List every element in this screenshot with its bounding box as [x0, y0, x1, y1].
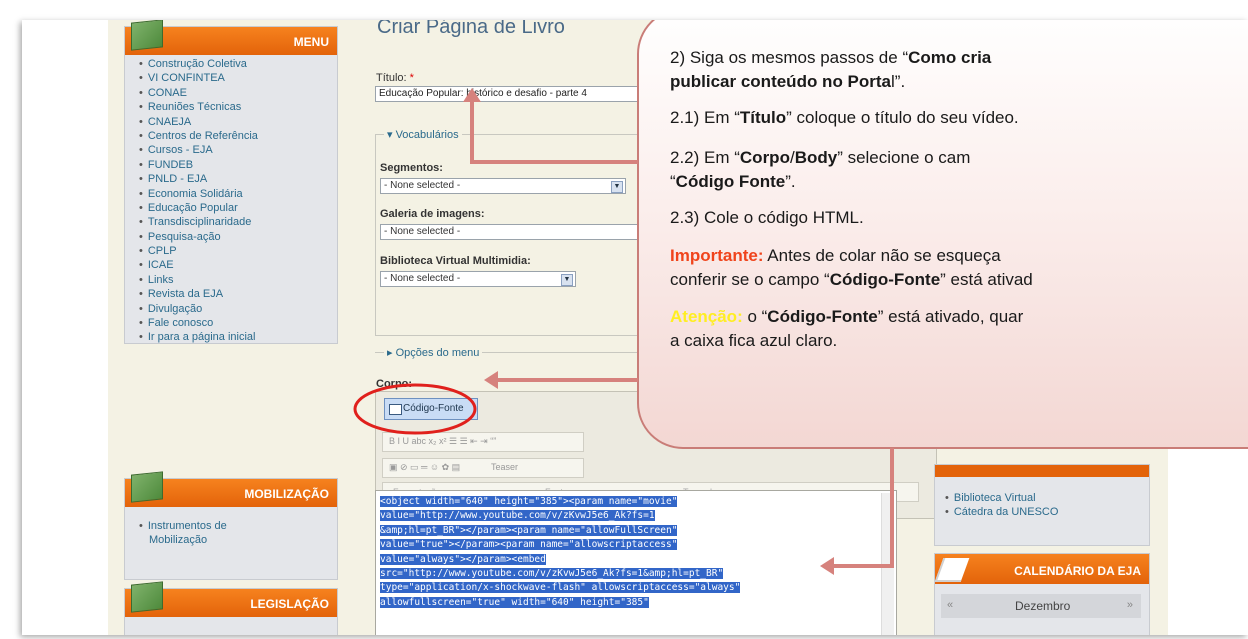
callout-line: 2.2) Em “Corpo/Body” selecione o cam — [670, 148, 971, 167]
callout-line: Atenção: o “Código-Fonte” está ativado, … — [670, 307, 1024, 326]
arrow-to-code-editor — [828, 448, 894, 568]
arrowhead-icon — [484, 371, 498, 389]
callout-line: 2.3) Cole o código HTML. — [670, 208, 864, 227]
annotation-layer — [353, 88, 894, 575]
callout-line: publicar conteúdo no Portal”. — [670, 72, 906, 91]
arrow-to-title — [470, 98, 638, 164]
callout-line: 2) Siga os mesmos passos de “Como cria — [670, 48, 992, 67]
arrowhead-icon — [463, 88, 481, 102]
highlight-ellipse — [353, 383, 477, 435]
arrowhead-icon — [820, 557, 834, 575]
callout-line: “Código Fonte”. — [670, 172, 796, 191]
screenshot-frame: MENU Construção Coletiva VI CONFINTEA CO… — [22, 20, 1248, 635]
callout-line: 2.1) Em “Título” coloque o título do seu… — [670, 108, 1019, 127]
callout-line: a caixa fica azul claro. — [670, 331, 838, 350]
callout-line: conferir se o campo “Código-Fonte” está … — [670, 270, 1033, 289]
callout-line: Importante: Antes de colar não se esqueç… — [670, 246, 1001, 265]
